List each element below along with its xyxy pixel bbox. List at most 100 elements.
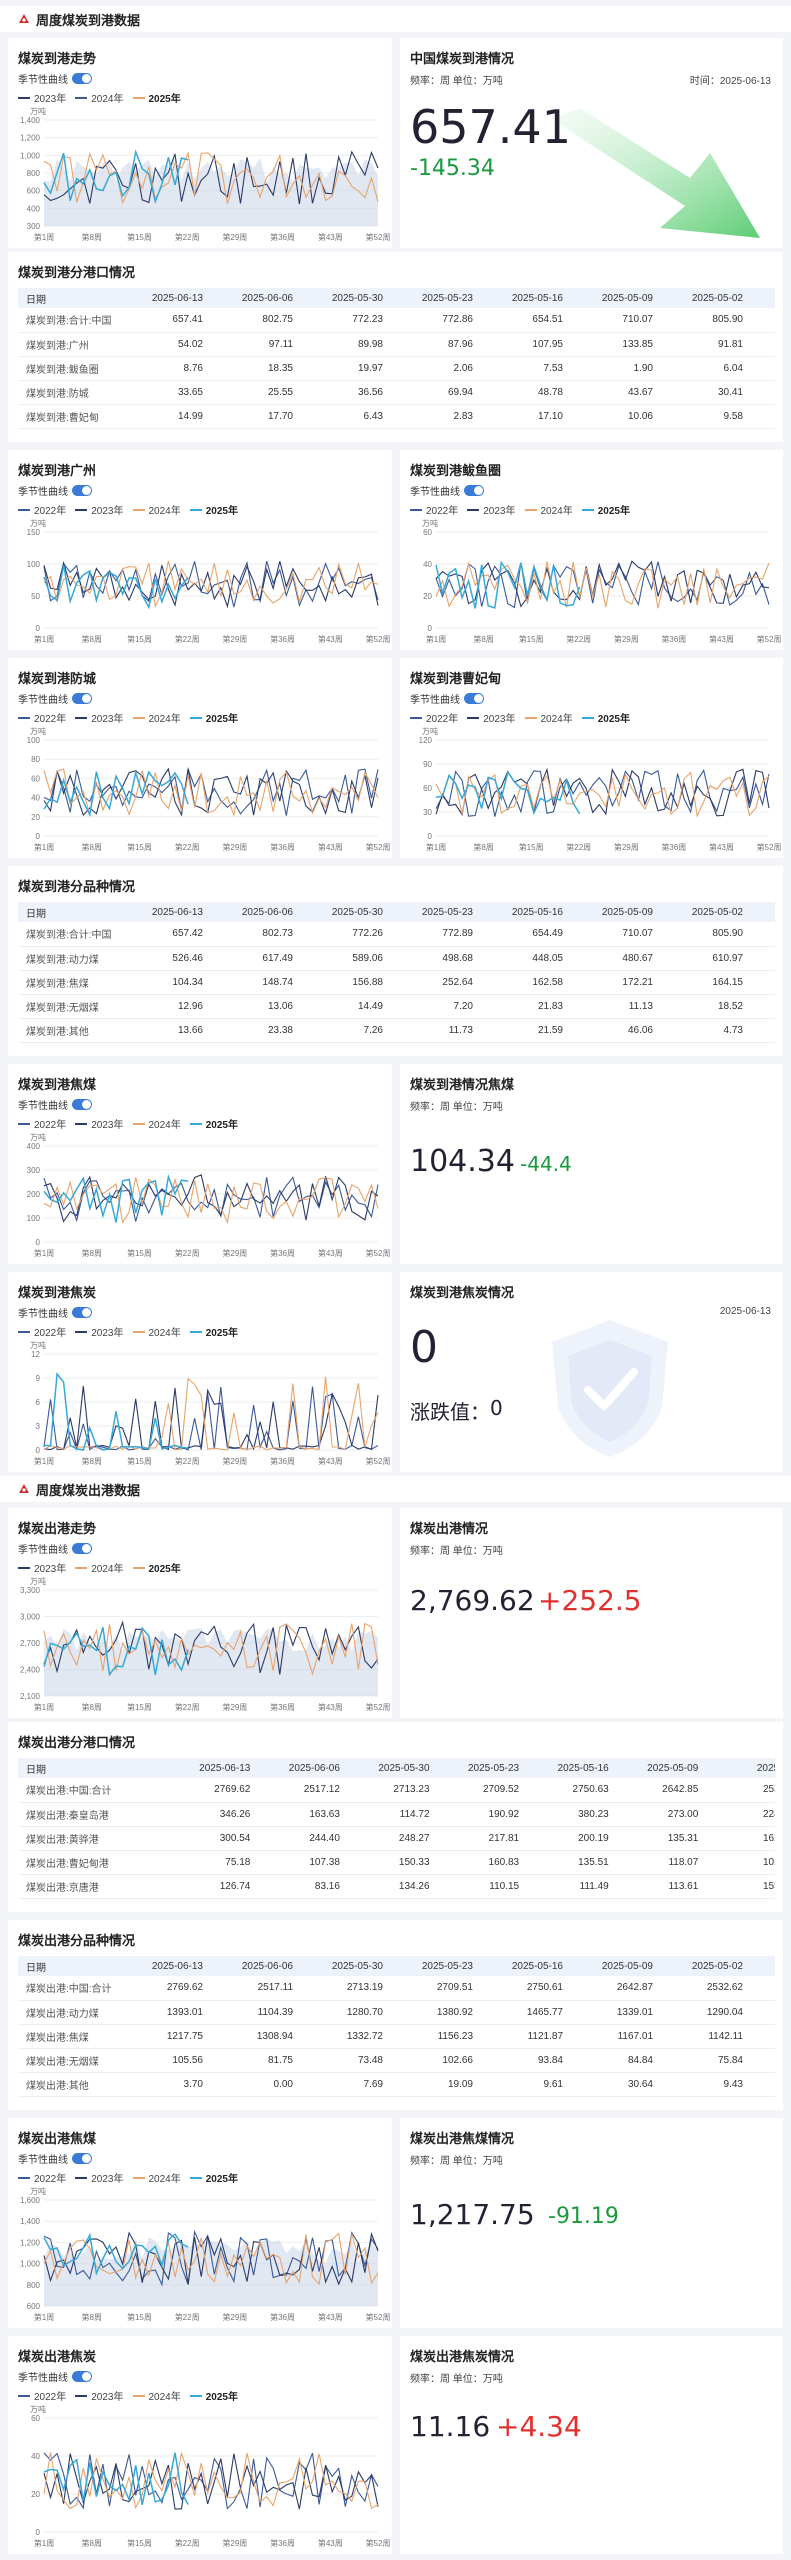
- table-cell: 23.38: [213, 1018, 303, 1043]
- seasonal-toggle[interactable]: [72, 1307, 92, 1318]
- series-line: [435, 561, 770, 609]
- seasonal-toggle[interactable]: [72, 73, 92, 84]
- legend-swatch: [189, 508, 202, 511]
- legend-item[interactable]: 2025年: [132, 1560, 181, 1575]
- seasonal-toggle-row[interactable]: 季节性曲线: [18, 1097, 92, 1112]
- seasonal-toggle-row[interactable]: 季节性曲线: [410, 483, 484, 498]
- x-tick-label: 第1周: [34, 1456, 54, 1466]
- x-tick-label: 第36周: [661, 634, 686, 644]
- legend-item[interactable]: 2023年: [18, 1560, 66, 1575]
- seasonal-toggle-row[interactable]: 季节性曲线: [18, 2369, 92, 2384]
- seasonal-toggle[interactable]: [72, 2153, 92, 2164]
- legend-item[interactable]: 2023年: [75, 502, 124, 517]
- table-row: 煤炭到港:广州 54.02 97.11 89.98 87.96 107.95 133.85 9…: [18, 332, 775, 357]
- legend-item[interactable]: 2023年: [75, 2388, 124, 2403]
- seasonal-toggle-row[interactable]: 季节性曲线: [18, 1305, 92, 1320]
- seasonal-toggle[interactable]: [72, 2371, 92, 2382]
- coke-out-chart: 万吨60 40 20 0第1周 第8周 第15周 第22周 第29周 第36周 第43周 第52周: [30, 2404, 390, 2548]
- table-cell: 19.97: [303, 356, 393, 381]
- legend-item[interactable]: 2025年: [189, 710, 238, 725]
- y-tick-label: 3,000: [20, 1613, 41, 1622]
- section-title-departure: 周度煤炭出港数据: [0, 1476, 791, 1502]
- legend-swatch: [581, 716, 594, 719]
- table-cell: 19.09: [393, 2072, 483, 2097]
- legend-item[interactable]: 2023年: [75, 1324, 124, 1339]
- series-line: [435, 767, 770, 817]
- legend-item[interactable]: 2022年: [410, 502, 458, 517]
- y-tick-label: 400: [27, 1142, 41, 1151]
- legend-item[interactable]: 2024年: [132, 502, 181, 517]
- legend-item[interactable]: 2025年: [189, 1324, 238, 1339]
- table-cell: 1104.39: [213, 2000, 303, 2025]
- legend-label: 2023年: [91, 2392, 124, 2403]
- legend-item[interactable]: 2024年: [75, 90, 124, 105]
- legend-item[interactable]: 2022年: [18, 1116, 66, 1131]
- table-cell: 46.06: [573, 1018, 663, 1043]
- legend-item[interactable]: 2024年: [75, 1560, 124, 1575]
- legend-item[interactable]: 2024年: [132, 2388, 181, 2403]
- legend-item[interactable]: 2024年: [132, 1116, 181, 1131]
- table-scroll[interactable]: 日期 2025-06-13 2025-06-06 2025-05-30 2025-05-…: [18, 1758, 775, 1908]
- legend-item[interactable]: 2024年: [132, 1324, 181, 1339]
- seasonal-toggle[interactable]: [72, 693, 92, 704]
- seasonal-toggle-row[interactable]: 季节性曲线: [410, 691, 484, 706]
- legend-item[interactable]: 2023年: [75, 2170, 124, 2185]
- table-cell: 1332.72: [303, 2024, 393, 2049]
- x-tick-label: 第8周: [81, 842, 101, 852]
- legend-item[interactable]: 2023年: [75, 710, 124, 725]
- table-cell: 11.73: [393, 1018, 483, 1043]
- table-scroll[interactable]: 日期 2025-06-13 2025-06-06 2025-05-30 2025-05-…: [18, 1956, 775, 2106]
- seasonal-toggle[interactable]: [464, 485, 484, 496]
- legend-item[interactable]: 2022年: [18, 2170, 66, 2185]
- legend-item[interactable]: 2025年: [581, 710, 630, 725]
- legend-item[interactable]: 2022年: [410, 710, 458, 725]
- legend-item[interactable]: 2022年: [18, 502, 66, 517]
- legend-item[interactable]: 2023年: [467, 710, 516, 725]
- legend-item[interactable]: 2025年: [189, 1116, 238, 1131]
- table-cell: 1156.23: [393, 2024, 483, 2049]
- legend-item[interactable]: 2024年: [524, 710, 573, 725]
- table-cell: 煤炭到港:鲅鱼圈: [18, 356, 123, 381]
- legend-item[interactable]: 2025年: [581, 502, 630, 517]
- card-title: 煤炭到港广州: [18, 463, 97, 478]
- legend-item[interactable]: 2022年: [18, 710, 66, 725]
- table-cell: 135.51: [529, 1850, 619, 1875]
- seasonal-toggle[interactable]: [72, 485, 92, 496]
- seasonal-toggle-row[interactable]: 季节性曲线: [18, 71, 92, 86]
- legend-item[interactable]: 2023年: [467, 502, 516, 517]
- legend-label: 2023年: [91, 1328, 124, 1339]
- table-scroll[interactable]: 日期 2025-06-13 2025-06-06 2025-05-30 2025-05-…: [18, 288, 775, 438]
- table-cell: 380.23: [529, 1802, 619, 1827]
- legend-item[interactable]: 2022年: [18, 2388, 66, 2403]
- seasonal-toggle-row[interactable]: 季节性曲线: [18, 1541, 92, 1556]
- data-table: 日期 2025-06-13 2025-06-06 2025-05-30 2025-05-…: [18, 288, 775, 429]
- table-cell: 煤炭到港:无烟煤: [18, 994, 123, 1019]
- legend-item[interactable]: 2023年: [18, 90, 66, 105]
- seasonal-toggle-row[interactable]: 季节性曲线: [18, 2151, 92, 2166]
- table-scroll[interactable]: 日期 2025-06-13 2025-06-06 2025-05-30 2025-05-…: [18, 902, 775, 1052]
- legend-item[interactable]: 2023年: [75, 1116, 124, 1131]
- legend-item[interactable]: 2024年: [524, 502, 573, 517]
- legend-item[interactable]: 2022年: [18, 1324, 66, 1339]
- seasonal-toggle[interactable]: [72, 1099, 92, 1110]
- table-cell: 248.27: [349, 1826, 440, 1851]
- seasonal-toggle[interactable]: [464, 693, 484, 704]
- legend-item[interactable]: 2025年: [189, 502, 238, 517]
- x-tick-label: 第1周: [34, 634, 54, 644]
- table-cell: 煤炭到港:曹妃甸: [18, 404, 123, 429]
- seasonal-toggle-row[interactable]: 季节性曲线: [18, 691, 92, 706]
- table-cell: [753, 356, 775, 381]
- table-cell: 102.66: [393, 2048, 483, 2073]
- legend-item[interactable]: 2025年: [189, 2388, 238, 2403]
- table-cell: 1393.01: [123, 2000, 213, 2025]
- legend-item[interactable]: 2025年: [189, 2170, 238, 2185]
- x-tick-label: 第36周: [270, 232, 295, 242]
- coking-coal-in-info-card: 煤炭到港情况焦煤 频率：周 单位：万吨 104.34 -44.4: [400, 1064, 783, 1264]
- table-cell: 2.83: [393, 404, 483, 429]
- table-cell: 200.19: [529, 1826, 619, 1851]
- legend-item[interactable]: 2024年: [132, 710, 181, 725]
- legend-item[interactable]: 2025年: [132, 90, 181, 105]
- seasonal-toggle[interactable]: [72, 1543, 92, 1554]
- seasonal-toggle-row[interactable]: 季节性曲线: [18, 483, 92, 498]
- legend-item[interactable]: 2024年: [132, 2170, 181, 2185]
